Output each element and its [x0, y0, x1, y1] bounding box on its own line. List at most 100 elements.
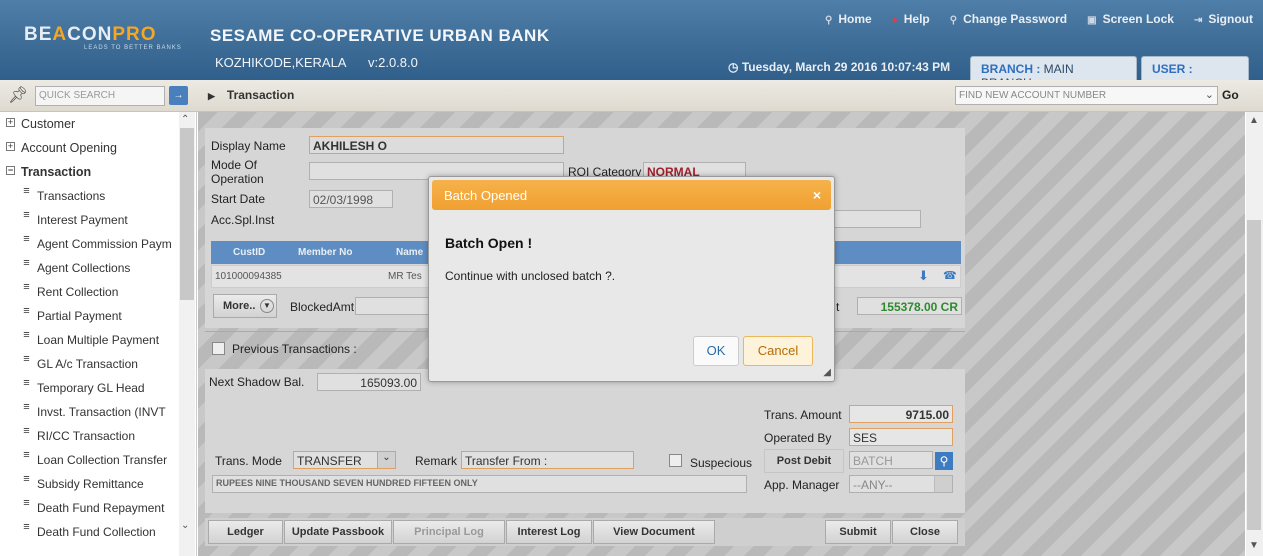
trans-amount-label: Trans. Amount [764, 408, 842, 422]
sidebar-item[interactable]: ≡ Death Fund Collection [0, 520, 180, 544]
sidebar-item-label: Rent Collection [37, 285, 119, 299]
close-icon[interactable]: × [813, 187, 821, 203]
pin-icon[interactable]: 📌︎ [8, 85, 28, 105]
sidebar-item[interactable]: ≡ Loan Collection Transfer [0, 448, 180, 472]
user-tab[interactable]: USER : sesame [1141, 56, 1249, 90]
sidebar-item-label: Subsidy Remittance [37, 477, 144, 491]
sidebar-item[interactable]: + Account Opening [0, 136, 180, 160]
amount-in-words: RUPEES NINE THOUSAND SEVEN HUNDRED FIFTE… [212, 475, 747, 493]
acc-spl-inst-label: Acc.Spl.Inst [211, 213, 275, 227]
operated-by-label: Operated By [764, 431, 832, 445]
signout-link[interactable]: ⇥ Signout [1194, 12, 1253, 26]
sidebar-item-label: Invst. Transaction (INVT [37, 405, 166, 419]
sidebar-item[interactable]: ≡ Interest Payment [0, 208, 180, 232]
cancel-button[interactable]: Cancel [743, 336, 813, 366]
trans-amount-input[interactable]: 9715.00 [849, 405, 953, 423]
batch-opened-dialog: Batch Opened × Batch Open ! Continue with… [428, 176, 835, 382]
operated-by-input[interactable]: SES [849, 428, 953, 446]
sidebar-item[interactable]: ≡ Partial Payment [0, 304, 180, 328]
interest-log-button[interactable]: Interest Log [506, 520, 592, 544]
sidebar-item[interactable]: ≡ RI/CC Transaction [0, 424, 180, 448]
list-icon: ≡ [23, 449, 30, 461]
balance-field: 155378.00 CR [857, 297, 962, 315]
list-icon: ≡ [23, 521, 30, 533]
post-debit-button[interactable]: Post Debit [764, 449, 844, 473]
principal-log-button[interactable]: Principal Log [393, 520, 505, 544]
account-number-select[interactable]: FIND NEW ACCOUNT NUMBER ⌄ [955, 86, 1218, 105]
sidebar-item[interactable]: ≡ Rent Collection [0, 280, 180, 304]
update-passbook-button[interactable]: Update Passbook [284, 520, 392, 544]
ledger-button[interactable]: Ledger [208, 520, 283, 544]
dialog-titlebar[interactable]: Batch Opened × [432, 180, 831, 210]
display-name-field: AKHILESH O [309, 136, 564, 154]
help-link[interactable]: ● Help [892, 12, 930, 26]
app-version: v:2.0.8.0 [368, 55, 418, 70]
previous-transactions-checkbox[interactable] [212, 342, 225, 355]
col-member-no: Member No [298, 247, 353, 258]
view-document-button[interactable]: View Document [593, 520, 715, 544]
sidebar-item[interactable]: ≡ Death Fund Repayment [0, 496, 180, 520]
sidebar-item[interactable]: ≡ Transactions [0, 184, 180, 208]
ok-button[interactable]: OK [693, 336, 739, 366]
sidebar-item[interactable]: + Customer [0, 112, 180, 136]
app-manager-select[interactable]: --ANY-- [849, 475, 953, 493]
scroll-up-icon[interactable]: ▲ [1249, 115, 1259, 126]
trans-mode-select[interactable]: TRANSFER ⌄ [293, 451, 396, 469]
bank-location: KOZHIKODE,KERALA [215, 55, 347, 70]
signout-icon: ⇥ [1193, 15, 1203, 26]
sidebar-item[interactable]: ≡ Invst. Transaction (INVT [0, 400, 180, 424]
top-links: ⚲ Home ● Help ⚲ Change Password ▣ Screen Loc… [825, 12, 1253, 26]
sidebar-item[interactable]: ≡ Agent Collections [0, 256, 180, 280]
sidebar-item[interactable]: ≡ Temporary GL Head [0, 376, 180, 400]
list-icon: ≡ [23, 257, 30, 269]
start-date-label: Start Date [211, 192, 266, 206]
go-button[interactable]: Go [1222, 88, 1239, 102]
resize-grip-icon[interactable]: ◢ [823, 367, 831, 378]
sidebar: ≡ Death Fund Collection ≡ Death Fund Repaym… [0, 112, 197, 556]
trans-mode-label: Trans. Mode [215, 454, 282, 468]
home-link[interactable]: ⚲ Home [825, 12, 872, 26]
search-icon: ⚲ [825, 15, 833, 26]
more-button[interactable]: More.. ▼ [213, 294, 277, 318]
chevron-down-icon [934, 476, 952, 492]
sidebar-item[interactable]: ≡ Agent Commission Paym [0, 232, 180, 256]
app-manager-label: App. Manager [764, 478, 840, 492]
quick-search-input[interactable]: QUICK SEARCH [35, 86, 165, 106]
expand-icon: + [6, 117, 15, 127]
suspecious-checkbox[interactable] [669, 454, 682, 467]
close-button[interactable]: Close [892, 520, 958, 544]
search-icon[interactable]: ⚲ [935, 452, 953, 470]
page-scroll-thumb[interactable] [1247, 220, 1261, 530]
sidebar-item-label: Temporary GL Head [37, 381, 145, 395]
sidebar-item-label: Transaction [21, 165, 92, 179]
branch-tab[interactable]: BRANCH : MAIN BRANCH [970, 56, 1137, 90]
expand-icon: − [6, 165, 15, 175]
remark-input[interactable]: Transfer From : [461, 451, 634, 469]
list-icon: ≡ [23, 185, 30, 197]
sidebar-item-label: Customer [21, 117, 76, 131]
sidebar-item[interactable]: − Transaction [0, 160, 180, 184]
sidebar-item-label: Agent Collections [37, 261, 131, 275]
scroll-down-icon[interactable]: ▼ [1249, 540, 1259, 551]
blocked-amt-field [355, 297, 430, 315]
chevron-down-icon: ⌄ [1204, 89, 1214, 101]
change-password-link[interactable]: ⚲ Change Password [950, 12, 1067, 26]
toolbar: 📌︎ QUICK SEARCH → ▶ Transaction FIND NEW … [0, 80, 1263, 112]
download-icon[interactable]: ⬇ [918, 268, 929, 284]
scroll-down-icon[interactable]: ⌄ [181, 520, 189, 531]
balance-label: t [836, 300, 840, 314]
sidebar-item[interactable]: ≡ Subsidy Remittance [0, 472, 180, 496]
submit-button[interactable]: Submit [825, 520, 891, 544]
batch-input[interactable]: BATCH [849, 451, 933, 469]
scroll-up-icon[interactable]: ⌃ [181, 114, 189, 125]
phone-icon[interactable]: ☎ [943, 269, 957, 282]
sidebar-item[interactable]: ≡ Loan Multiple Payment [0, 328, 180, 352]
quick-search-button[interactable]: → [169, 86, 188, 105]
screen-lock-link[interactable]: ▣ Screen Lock [1087, 12, 1174, 26]
sidebar-item[interactable]: ≡ GL A/c Transaction [0, 352, 180, 376]
clock-icon: ◷ [728, 60, 742, 74]
triangle-right-icon: ▶ [208, 91, 215, 101]
sidebar-scroll-thumb[interactable] [180, 128, 194, 300]
list-icon: ≡ [23, 281, 30, 293]
sidebar-item-label: Death Fund Repayment [37, 501, 165, 515]
